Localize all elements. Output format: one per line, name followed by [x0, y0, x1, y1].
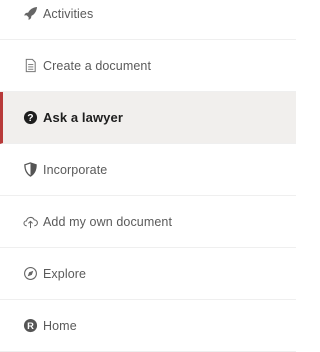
menu-item-add-own-document[interactable]: Add my own document	[0, 196, 296, 248]
menu-item-label: Explore	[43, 266, 87, 281]
sidebar-menu: Activities Create a document ? Ask a law…	[0, 0, 296, 352]
menu-item-home[interactable]: R Home	[0, 300, 296, 352]
document-icon	[23, 58, 38, 73]
svg-text:?: ?	[27, 113, 33, 124]
menu-item-label: Home	[43, 318, 77, 333]
menu-item-label: Incorporate	[43, 162, 108, 177]
compass-icon	[23, 266, 38, 281]
menu-item-create-document[interactable]: Create a document	[0, 40, 296, 92]
menu-item-label: Activities	[43, 6, 94, 21]
question-circle-icon: ?	[23, 110, 38, 125]
menu-item-incorporate[interactable]: Incorporate	[0, 144, 296, 196]
brand-logo-icon: R	[23, 318, 38, 333]
cloud-upload-icon	[23, 214, 38, 229]
shield-icon	[23, 162, 38, 177]
menu-item-label: Create a document	[43, 58, 152, 73]
rocket-icon	[23, 6, 38, 21]
menu-item-label: Add my own document	[43, 214, 173, 229]
menu-item-activities[interactable]: Activities	[0, 0, 296, 40]
menu-item-label: Ask a lawyer	[43, 110, 123, 125]
menu-item-ask-lawyer[interactable]: ? Ask a lawyer	[0, 92, 296, 144]
svg-text:R: R	[27, 321, 34, 331]
menu-item-explore[interactable]: Explore	[0, 248, 296, 300]
